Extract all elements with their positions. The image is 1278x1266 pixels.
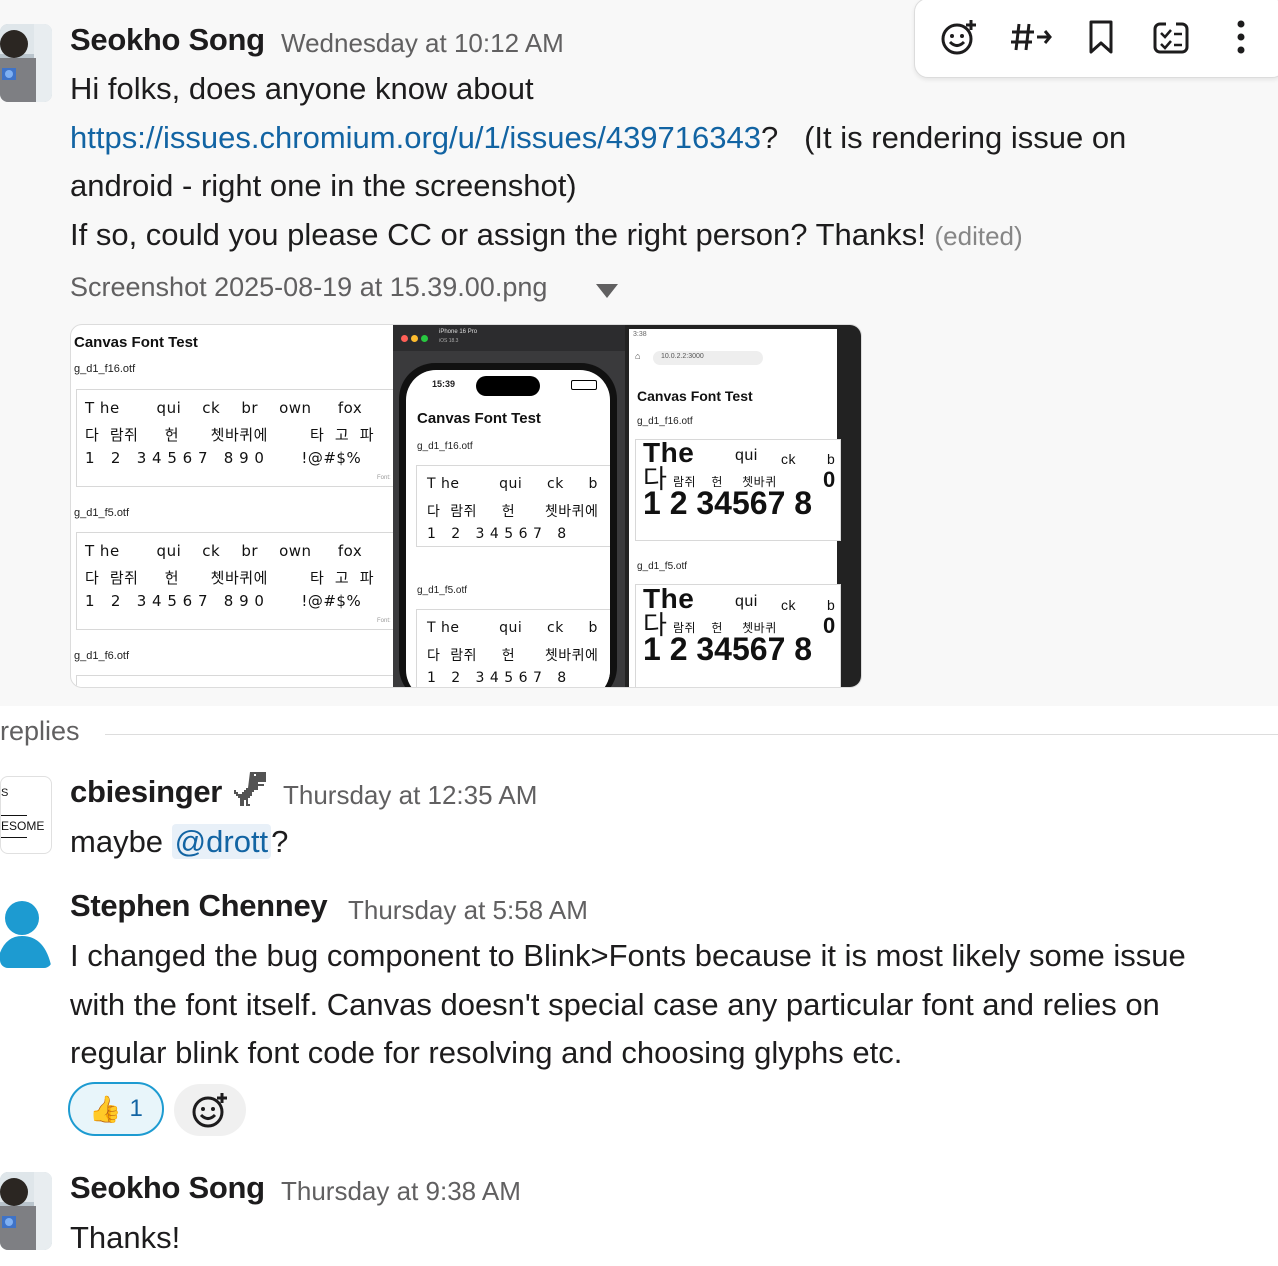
android-row: 0 [823, 467, 836, 492]
message-line: regular blink font code for resolving an… [70, 1035, 903, 1071]
phone-font-name: g_d1_f5.otf [417, 585, 468, 596]
message-timestamp[interactable]: Thursday at 12:35 AM [283, 780, 537, 811]
message-body: maybe @drott? [70, 818, 288, 867]
screenshot-row: T he qui ck br own fox [85, 399, 363, 417]
screenshot-row: 1 2 3 4 5 6 7 8 9 0 !@#$% [85, 449, 362, 467]
avatar[interactable] [0, 890, 52, 968]
issue-link[interactable]: https://issues.chromium.org/u/1/issues/4… [70, 120, 761, 155]
screenshot-font-name: g_d1_f5.otf [74, 507, 130, 519]
phone-row: 1 2 3 4 5 6 7 8 [427, 526, 567, 542]
add-reaction-icon[interactable] [933, 11, 985, 63]
message-body: I changed the bug component to Blink>Fon… [70, 932, 1270, 1078]
edited-label: (edited) [934, 220, 1023, 251]
android-page-title: Canvas Font Test [637, 388, 753, 404]
simulator-os-version: iOS 18.3 [439, 338, 459, 344]
message-author[interactable]: Stephen Chenney [70, 888, 328, 924]
phone-row: 다 람쥐 헌 쳇바퀴에 [427, 648, 599, 664]
avatar-photo [0, 24, 52, 102]
replies-divider [105, 734, 1278, 735]
message-author[interactable]: cbiesinger [70, 774, 222, 810]
phone-font-name: g_d1_f16.otf [417, 441, 473, 452]
forward-to-channel-icon[interactable] [1005, 11, 1057, 63]
android-numbers: 1 2 34567 8 [643, 631, 813, 667]
message-line: android - right one in the screenshot) [70, 168, 577, 204]
android-row: b [827, 451, 836, 467]
message-text: maybe [70, 824, 164, 859]
message-text: ? (It is rendering issue on [761, 119, 1127, 155]
reaction-count: 1 [129, 1095, 143, 1122]
message-text: ? [271, 824, 289, 859]
screenshot-row: 다 람쥐 헌 쳇바퀴에 타 고 파 [85, 569, 375, 587]
avatar-photo [0, 1172, 52, 1250]
phone-page-title: Canvas Font Test [417, 410, 541, 427]
phone-row: 다 람쥐 헌 쳇바퀴에 [427, 504, 599, 520]
screenshot-font-name: g_d1_f16.otf [74, 363, 136, 375]
message-body: Thanks! [70, 1220, 181, 1255]
more-options-icon[interactable] [1215, 11, 1267, 63]
android-font-name: g_d1_f16.otf [637, 416, 693, 427]
android-row: ck [781, 597, 796, 613]
message-timestamp[interactable]: Wednesday at 10:12 AM [281, 28, 564, 59]
android-row: 0 [823, 613, 836, 638]
screenshot-canvas [76, 675, 398, 687]
phone-row: 1 2 3 4 5 6 7 8 [427, 670, 567, 686]
dinosaur-icon [230, 772, 268, 813]
android-numbers: 1 2 34567 8 [643, 485, 813, 521]
screenshot-font-label: Font: [377, 475, 391, 481]
thumbs-up-icon: 👍 [89, 1093, 122, 1124]
iphone-screen: 15:39 Canvas Font Test g_d1_f16.otf T he… [406, 370, 610, 687]
add-reaction-icon [192, 1093, 227, 1128]
reaction-thumbs-up[interactable]: 👍 1 [68, 1082, 164, 1136]
attachment-image[interactable]: Canvas Font Test g_d1_f16.otf T he qui c… [70, 324, 862, 688]
message-body: Hi folks, does anyone know about https:/… [70, 65, 1250, 260]
phone-row: T he qui ck b [427, 620, 598, 636]
avatar[interactable]: S ESOME [0, 776, 52, 854]
phone-time: 15:39 [432, 379, 456, 389]
user-mention[interactable]: @drott [171, 824, 272, 859]
message-line: with the font itself. Canvas doesn't spe… [70, 986, 1160, 1022]
message-line: https://issues.chromium.org/u/1/issues/4… [70, 114, 1250, 163]
avatar[interactable] [0, 24, 52, 102]
android-row: qui [735, 447, 758, 464]
simulator-titlebar: iPhone 16 Pro iOS 18.3 [393, 325, 625, 351]
default-user-icon [0, 901, 52, 968]
add-reaction-button[interactable] [174, 1084, 246, 1136]
caret-down-icon[interactable] [596, 284, 618, 298]
android-url: 10.0.2.2:3000 [661, 353, 704, 360]
message-timestamp[interactable]: Thursday at 5:58 AM [348, 895, 588, 926]
android-url-bar: ⌂ 10.0.2.2:3000 [633, 351, 833, 365]
avatar-text: ESOME [1, 819, 45, 833]
avatar-text: S [1, 787, 9, 799]
android-font-name: g_d1_f5.otf [637, 561, 688, 572]
phone-row: T he qui ck b [427, 476, 598, 492]
attachment-filename[interactable]: Screenshot 2025-08-19 at 15.39.00.png [70, 272, 547, 303]
screenshot-row: T he qui ck br own fox [85, 542, 363, 560]
bookmark-icon[interactable] [1075, 11, 1127, 63]
android-row: qui [735, 593, 758, 610]
message-line: If so, could you please CC or assign the… [70, 211, 1250, 261]
screenshot-title: Canvas Font Test [74, 334, 198, 351]
message-author[interactable]: Seokho Song [70, 1170, 265, 1206]
android-status-time: 3:38 [633, 331, 647, 338]
message-line: Hi folks, does anyone know about [70, 71, 534, 106]
message-timestamp[interactable]: Thursday at 9:38 AM [281, 1176, 521, 1207]
android-row: ck [781, 451, 796, 467]
android-row: b [827, 597, 836, 613]
android-screen: 3:38 ⌂ 10.0.2.2:3000 Canvas Font Test g_… [629, 329, 841, 687]
create-task-icon[interactable] [1145, 11, 1197, 63]
avatar[interactable] [0, 1172, 52, 1250]
replies-label: replies [0, 716, 80, 746]
screenshot-font-name: g_d1_f6.otf [74, 650, 130, 662]
simulator-device-name: iPhone 16 Pro [439, 329, 478, 335]
message-author[interactable]: Seokho Song [70, 22, 265, 58]
screenshot-row: 다 람쥐 헌 쳇바퀴에 타 고 파 [85, 426, 375, 444]
screenshot-row: 1 2 3 4 5 6 7 8 9 0 !@#$% [85, 592, 362, 610]
screenshot-font-label: Font: [377, 618, 391, 624]
message-text: If so, could you please CC or assign the… [70, 216, 926, 252]
message-line: I changed the bug component to Blink>Fon… [70, 938, 1186, 973]
